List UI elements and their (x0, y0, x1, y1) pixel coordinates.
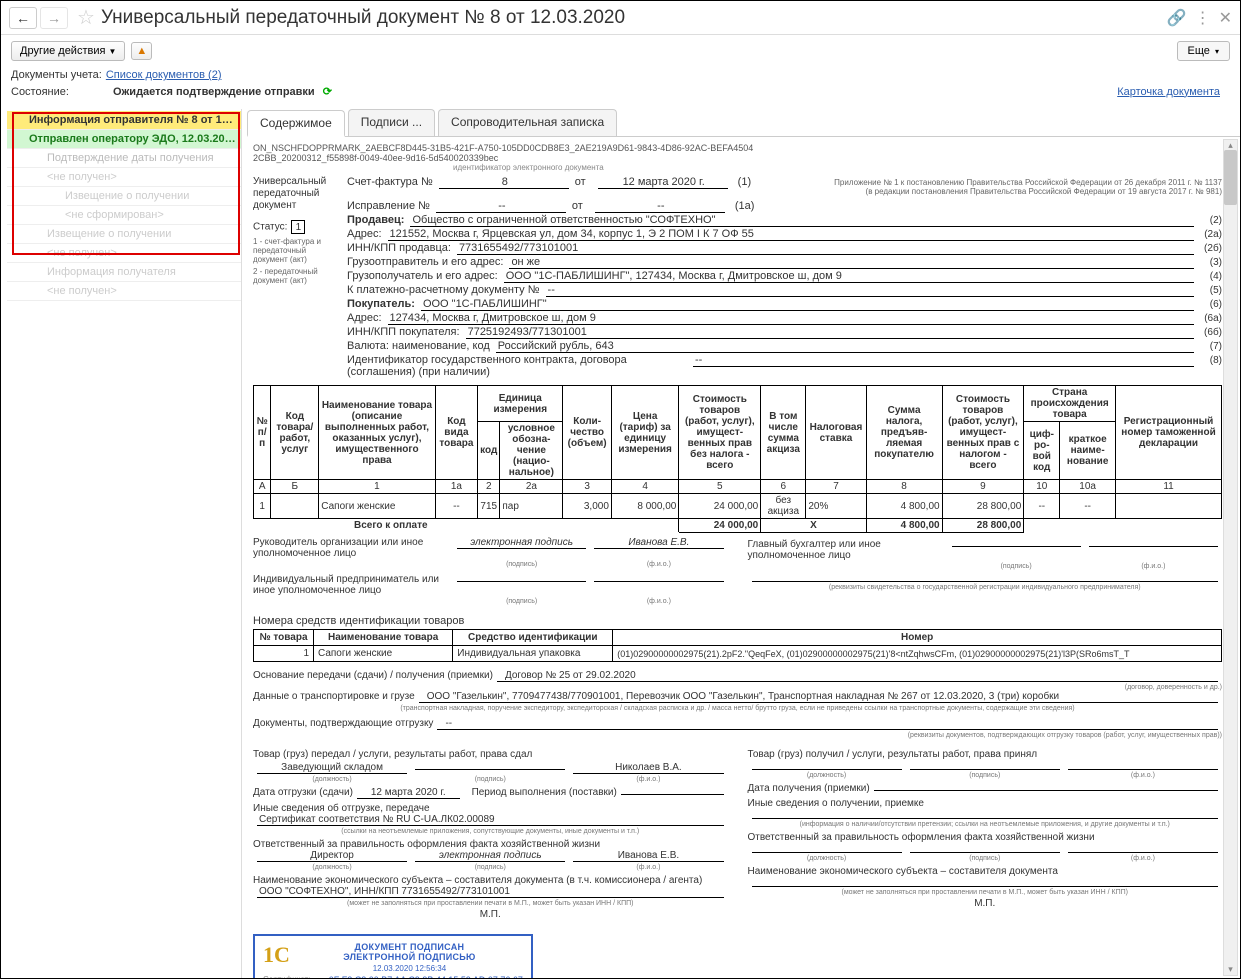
state-value: Ожидается подтверждение отправки (113, 86, 315, 98)
refresh-icon[interactable]: ⟳ (323, 85, 332, 98)
upload-icon-button[interactable]: ▲ (131, 42, 152, 60)
items-table: № п/п Код товара/ работ, услуг Наименова… (253, 385, 1222, 533)
doc-id-line2: 2CBB_20200312_f55898f-0049-40ee-9d16-5d5… (253, 153, 1222, 163)
status-note-2: 2 - передаточный документ (акт) (253, 268, 341, 286)
tab-signatures[interactable]: Подписи ... (348, 109, 435, 136)
card-link[interactable]: Карточка документа (1117, 86, 1220, 98)
tab-content[interactable]: Содержимое (247, 110, 345, 137)
back-button[interactable]: ← (9, 7, 37, 29)
doc-id-line1: ON_NSCHFDOPPRMARK_2AEBCF8D445-31B5-421F-… (253, 143, 1222, 153)
state-label: Состояние: (11, 86, 69, 98)
link-icon[interactable]: 🔗 (1167, 8, 1187, 28)
tree-item-notice1[interactable]: Извещение о получении (7, 187, 241, 206)
doc-id-sub: идентификатор электронного документа (453, 163, 1222, 172)
status-box: 1 (291, 220, 305, 234)
signature-stamp: 1C ДОКУМЕНТ ПОДПИСАН ЭЛЕКТРОННОЙ ПОДПИСЬ… (253, 934, 533, 978)
page-title: Универсальный передаточный документ № 8 … (101, 7, 1167, 29)
status-note-1: 1 - счет-фактура и передаточный документ… (253, 238, 341, 264)
tree-item-status: <не получен> (7, 244, 241, 263)
document-viewport: ▴ ▾ ON_NSCHFDOPPRMARK_2AEBCF8D445-31B5-4… (247, 137, 1240, 978)
other-actions-button[interactable]: Другие действия ▼ (11, 41, 125, 61)
scrollbar[interactable]: ▴ ▾ (1223, 139, 1238, 976)
tab-cover-note[interactable]: Сопроводительная записка (438, 109, 617, 136)
document-tree: Информация отправителя № 8 от 12.03.2...… (7, 111, 241, 978)
scrollbar-thumb[interactable] (1224, 150, 1237, 205)
close-icon[interactable]: ✕ (1219, 8, 1232, 28)
docs-link[interactable]: Список документов (2) (106, 69, 222, 81)
ident-title: Номера средств идентификации товаров (253, 615, 1222, 627)
tree-item-receipt-confirm[interactable]: Подтверждение даты получения (7, 149, 241, 168)
tree-item-sent-edo[interactable]: Отправлен оператору ЭДО, 12.03.2020 12:.… (7, 130, 241, 149)
table-row: 1Сапоги женские--715пар3,0008 000,0024 0… (254, 494, 1222, 519)
forward-button[interactable]: → (40, 7, 68, 29)
tree-item-status: <не сформирован> (7, 206, 241, 225)
tree-item-status: <не получен> (7, 282, 241, 301)
tree-item-status: <не получен> (7, 168, 241, 187)
star-icon[interactable]: ☆ (77, 5, 95, 30)
tree-item-notice2[interactable]: Извещение о получении (7, 225, 241, 244)
doc-type-label: Универсальный передаточный документ (253, 176, 341, 212)
1c-logo-icon: 1C (263, 942, 290, 968)
menu-dots-icon[interactable]: ⋮ (1195, 8, 1211, 28)
docs-label: Документы учета: (11, 69, 102, 81)
tree-item-recipient-info[interactable]: Информация получателя (7, 263, 241, 282)
more-button[interactable]: Еще ▾ (1177, 41, 1230, 61)
tree-item-sender-info[interactable]: Информация отправителя № 8 от 12.03.2... (7, 111, 241, 130)
ident-table: № товараНаименование товараСредство иден… (253, 629, 1222, 662)
scroll-down-icon[interactable]: ▾ (1224, 964, 1237, 975)
